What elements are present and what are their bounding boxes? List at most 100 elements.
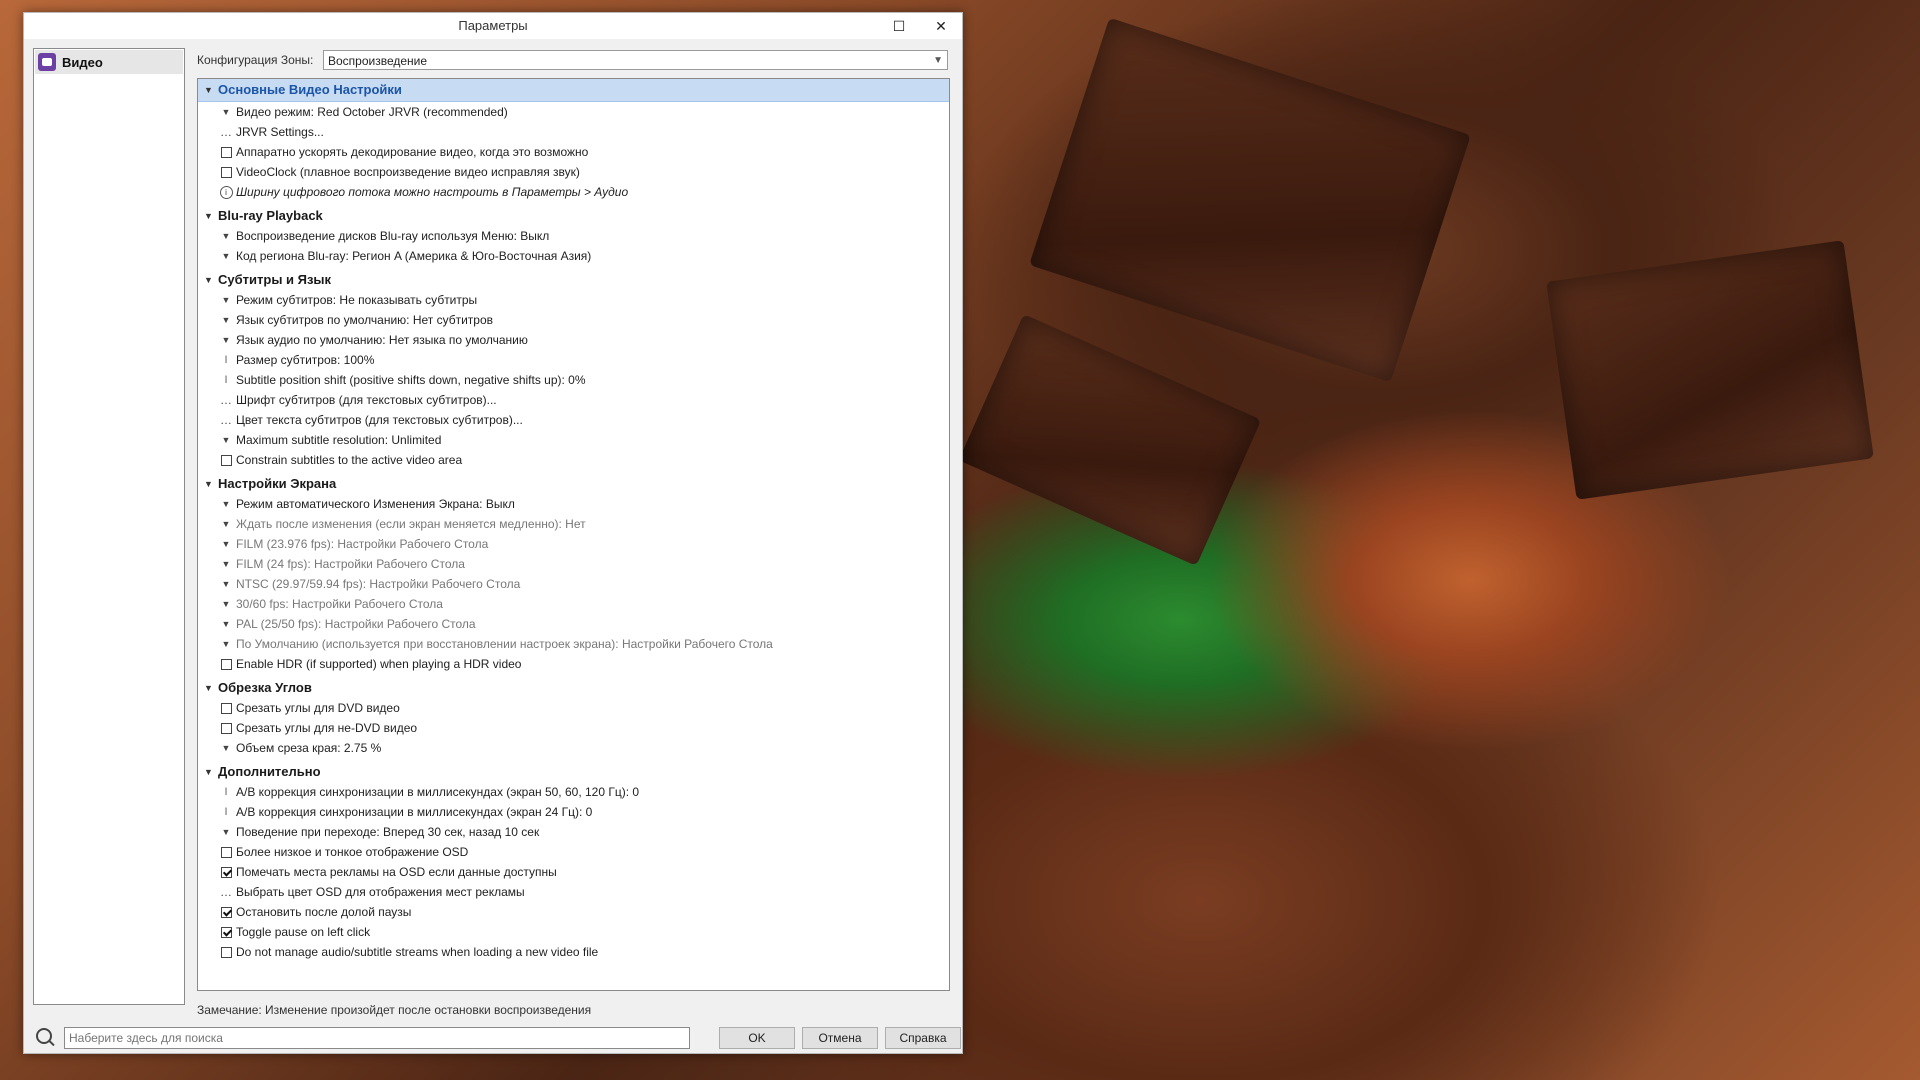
collapse-triangle-icon[interactable]: ▼ bbox=[204, 80, 218, 100]
info-icon: i bbox=[219, 185, 233, 199]
setting-row[interactable]: Do not manage audio/subtitle streams whe… bbox=[198, 942, 949, 962]
setting-row[interactable]: I A/B коррекция синхронизации в миллисеку… bbox=[198, 802, 949, 822]
checkbox-unchecked[interactable] bbox=[220, 454, 232, 466]
checkbox-checked[interactable] bbox=[220, 866, 232, 878]
sidebar-item-label: Видео bbox=[62, 54, 103, 70]
text-cursor-icon: I bbox=[224, 786, 228, 798]
setting-row[interactable]: ▼ Воспроизведение дисков Blu-ray использу… bbox=[198, 226, 949, 246]
collapse-triangle-icon[interactable]: ▼ bbox=[204, 678, 218, 698]
checkbox-wrapper[interactable] bbox=[218, 146, 234, 158]
setting-row[interactable]: … Выбрать цвет OSD для отображения мест р… bbox=[198, 882, 949, 902]
setting-row[interactable]: ▼ Поведение при переходе: Вперед 30 сек, … bbox=[198, 822, 949, 842]
section-header[interactable]: ▼ Настройки Экрана bbox=[198, 474, 949, 494]
zone-select[interactable]: Воспроизведение ▼ bbox=[323, 50, 948, 70]
bottom-bar: OK Отмена Справка bbox=[33, 1025, 963, 1051]
setting-row[interactable]: ▼ Объем среза края: 2.75 % bbox=[198, 738, 949, 758]
setting-row[interactable]: Toggle pause on left click bbox=[198, 922, 949, 942]
checkbox-wrapper[interactable] bbox=[218, 702, 234, 714]
checkbox-unchecked[interactable] bbox=[220, 946, 232, 958]
setting-label: Видео режим: Red October JRVR (recommend… bbox=[236, 105, 508, 119]
setting-label: Код региона Blu-ray: Регион A (Америка &… bbox=[236, 249, 592, 263]
zone-select-value: Воспроизведение bbox=[328, 54, 428, 68]
video-icon bbox=[38, 53, 56, 71]
setting-row[interactable]: ▼ Режим автоматического Изменения Экрана:… bbox=[198, 494, 949, 514]
setting-label: Enable HDR (if supported) when playing a… bbox=[236, 657, 522, 671]
text-cursor-icon: I bbox=[224, 374, 228, 386]
checkbox-checked[interactable] bbox=[220, 906, 232, 918]
setting-row[interactable]: ▼ Язык аудио по умолчанию: Нет языка по у… bbox=[198, 330, 949, 350]
setting-label: Помечать места рекламы на OSD если данны… bbox=[236, 865, 557, 879]
setting-row[interactable]: ▼ По Умолчанию (используется при восстано… bbox=[198, 634, 949, 654]
setting-row[interactable]: … Шрифт субтитров (для текстовых субтитро… bbox=[198, 390, 949, 410]
checkbox-wrapper[interactable] bbox=[218, 946, 234, 958]
section-header[interactable]: ▼ Blu-ray Playback bbox=[198, 206, 949, 226]
setting-row[interactable]: I Размер субтитров: 100% bbox=[198, 350, 949, 370]
setting-label: По Умолчанию (используется при восстанов… bbox=[236, 637, 773, 651]
checkbox-unchecked[interactable] bbox=[220, 658, 232, 670]
checkbox-wrapper[interactable] bbox=[218, 846, 234, 858]
section-header[interactable]: ▼ Основные Видео Настройки bbox=[198, 79, 949, 102]
settings-tree[interactable]: ▼ Основные Видео Настройки ▼ Видео режим: R… bbox=[197, 78, 950, 991]
dropdown-arrow-icon: ▼ bbox=[221, 231, 231, 241]
checkbox-unchecked[interactable] bbox=[220, 146, 232, 158]
setting-row[interactable]: I A/B коррекция синхронизации в миллисеку… bbox=[198, 782, 949, 802]
setting-row[interactable]: Помечать места рекламы на OSD если данны… bbox=[198, 862, 949, 882]
checkbox-wrapper[interactable] bbox=[218, 866, 234, 878]
collapse-triangle-icon[interactable]: ▼ bbox=[204, 762, 218, 782]
setting-row[interactable]: Более низкое и тонкое отображение OSD bbox=[198, 842, 949, 862]
setting-label: Воспроизведение дисков Blu-ray используя… bbox=[236, 229, 550, 243]
setting-row[interactable]: … Цвет текста субтитров (для текстовых су… bbox=[198, 410, 949, 430]
setting-row[interactable]: ▼ PAL (25/50 fps): Настройки Рабочего Сто… bbox=[198, 614, 949, 634]
setting-row[interactable]: ▼ Maximum subtitle resolution: Unlimited bbox=[198, 430, 949, 450]
setting-row[interactable]: Constrain subtitles to the active video … bbox=[198, 450, 949, 470]
checkbox-wrapper[interactable] bbox=[218, 658, 234, 670]
collapse-triangle-icon[interactable]: ▼ bbox=[204, 474, 218, 494]
section-header[interactable]: ▼ Субтитры и Язык bbox=[198, 270, 949, 290]
checkbox-unchecked[interactable] bbox=[220, 846, 232, 858]
checkbox-wrapper[interactable] bbox=[218, 906, 234, 918]
section-title: Основные Видео Настройки bbox=[218, 82, 402, 97]
checkbox-unchecked[interactable] bbox=[220, 722, 232, 734]
search-input[interactable] bbox=[64, 1027, 690, 1049]
ok-button[interactable]: OK bbox=[719, 1027, 795, 1049]
setting-row[interactable]: ▼ NTSC (29.97/59.94 fps): Настройки Рабоч… bbox=[198, 574, 949, 594]
checkbox-checked[interactable] bbox=[220, 926, 232, 938]
sidebar-item-video[interactable]: Видео bbox=[35, 50, 183, 74]
maximize-icon[interactable]: ☐ bbox=[878, 13, 920, 39]
setting-row[interactable]: ▼ Видео режим: Red October JRVR (recommen… bbox=[198, 102, 949, 122]
checkbox-unchecked[interactable] bbox=[220, 702, 232, 714]
setting-row[interactable]: ▼ Код региона Blu-ray: Регион A (Америка … bbox=[198, 246, 949, 266]
setting-row[interactable]: i Ширину цифрового потока можно настроить… bbox=[198, 182, 949, 202]
setting-row[interactable]: ▼ FILM (24 fps): Настройки Рабочего Стола bbox=[198, 554, 949, 574]
help-button[interactable]: Справка bbox=[885, 1027, 961, 1049]
setting-row[interactable]: Enable HDR (if supported) when playing a… bbox=[198, 654, 949, 674]
setting-label: NTSC (29.97/59.94 fps): Настройки Рабоче… bbox=[236, 577, 521, 591]
setting-label: Поведение при переходе: Вперед 30 сек, н… bbox=[236, 825, 540, 839]
setting-row[interactable]: ▼ 30/60 fps: Настройки Рабочего Стола bbox=[198, 594, 949, 614]
note-text: Замечание: Изменение произойдет после ос… bbox=[197, 1003, 592, 1017]
checkbox-wrapper[interactable] bbox=[218, 926, 234, 938]
checkbox-wrapper[interactable] bbox=[218, 454, 234, 466]
setting-label: Язык субтитров по умолчанию: Нет субтитр… bbox=[236, 313, 494, 327]
section-header[interactable]: ▼ Дополнительно bbox=[198, 762, 949, 782]
setting-row[interactable]: Срезать углы для DVD видео bbox=[198, 698, 949, 718]
setting-row[interactable]: ▼ Ждать после изменения (если экран меняе… bbox=[198, 514, 949, 534]
close-icon[interactable]: ✕ bbox=[920, 13, 962, 39]
checkbox-wrapper[interactable] bbox=[218, 722, 234, 734]
setting-row[interactable]: ▼ FILM (23.976 fps): Настройки Рабочего С… bbox=[198, 534, 949, 554]
setting-row[interactable]: Срезать углы для не-DVD видео bbox=[198, 718, 949, 738]
setting-row[interactable]: Аппаратно ускорять декодирование видео, … bbox=[198, 142, 949, 162]
cancel-button[interactable]: Отмена bbox=[802, 1027, 878, 1049]
collapse-triangle-icon[interactable]: ▼ bbox=[204, 206, 218, 226]
section-header[interactable]: ▼ Обрезка Углов bbox=[198, 678, 949, 698]
setting-row[interactable]: ▼ Режим субтитров: Не показывать субтитры bbox=[198, 290, 949, 310]
setting-row[interactable]: Остановить после долой паузы bbox=[198, 902, 949, 922]
collapse-triangle-icon[interactable]: ▼ bbox=[204, 270, 218, 290]
setting-row[interactable]: ▼ Язык субтитров по умолчанию: Нет субтит… bbox=[198, 310, 949, 330]
setting-row[interactable]: I Subtitle position shift (positive shift… bbox=[198, 370, 949, 390]
setting-label: Do not manage audio/subtitle streams whe… bbox=[236, 945, 599, 959]
checkbox-unchecked[interactable] bbox=[220, 166, 232, 178]
setting-row[interactable]: … JRVR Settings... bbox=[198, 122, 949, 142]
checkbox-wrapper[interactable] bbox=[218, 166, 234, 178]
setting-row[interactable]: VideoClock (плавное воспроизведение виде… bbox=[198, 162, 949, 182]
